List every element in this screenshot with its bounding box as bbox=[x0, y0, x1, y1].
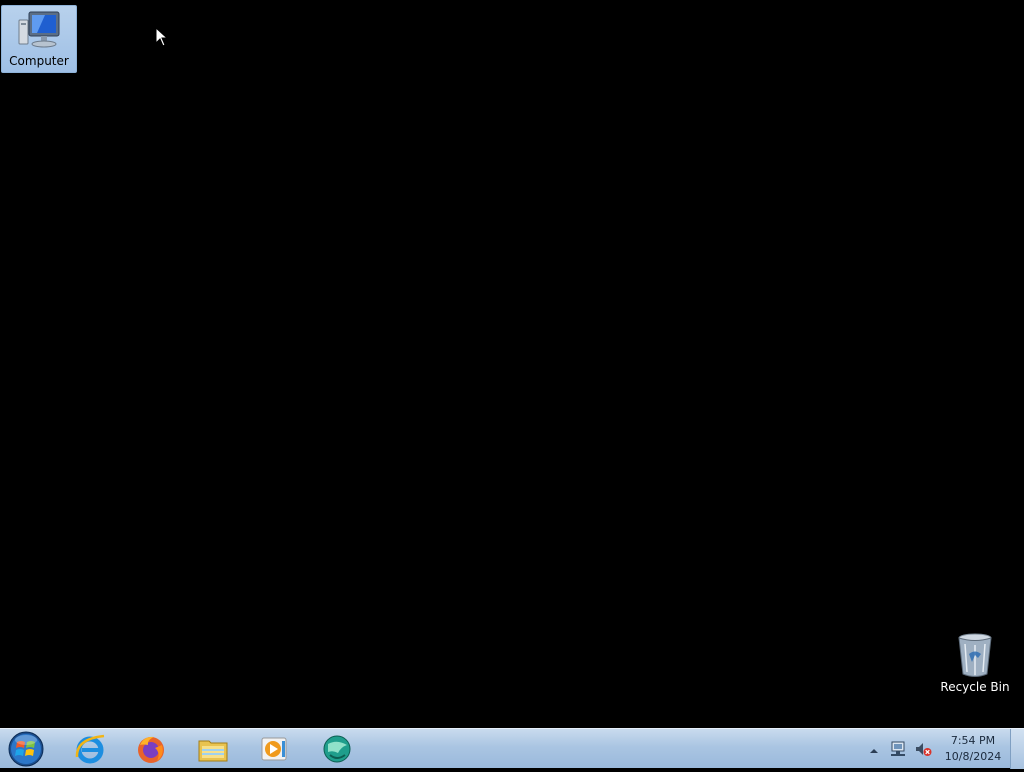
start-button[interactable] bbox=[6, 730, 46, 768]
taskbar-clock[interactable]: 7:54 PM 10/8/2024 bbox=[940, 733, 1006, 765]
desktop-icon-label: Computer bbox=[9, 54, 69, 68]
volume-muted-icon bbox=[916, 743, 932, 756]
tray-network[interactable] bbox=[889, 740, 907, 758]
taskbar-media-player[interactable] bbox=[246, 731, 302, 767]
taskbar: 7:54 PM 10/8/2024 bbox=[0, 728, 1024, 769]
show-desktop-button[interactable] bbox=[1010, 729, 1024, 769]
chevron-up-icon bbox=[870, 749, 878, 753]
app-globe-icon bbox=[323, 735, 351, 763]
internet-explorer-icon bbox=[75, 734, 105, 764]
desktop[interactable]: Computer Recycle Bin bbox=[0, 0, 1024, 728]
network-icon bbox=[891, 741, 905, 756]
media-player-icon bbox=[261, 737, 287, 761]
firefox-icon bbox=[138, 736, 164, 763]
desktop-icon-recycle-bin[interactable]: Recycle Bin bbox=[937, 630, 1013, 694]
taskbar-app-globe[interactable] bbox=[309, 731, 365, 767]
clock-date: 10/8/2024 bbox=[944, 750, 1002, 763]
tray-show-hidden-icons[interactable] bbox=[868, 742, 880, 754]
windows-start-orb-icon bbox=[8, 731, 44, 767]
computer-icon bbox=[18, 11, 60, 48]
tray-volume[interactable] bbox=[914, 740, 932, 758]
taskbar-internet-explorer[interactable] bbox=[62, 731, 118, 767]
recycle-bin-icon bbox=[958, 633, 992, 677]
desktop-icon-computer[interactable]: Computer bbox=[1, 5, 77, 73]
desktop-icon-label: Recycle Bin bbox=[940, 680, 1010, 694]
taskbar-file-explorer[interactable] bbox=[185, 731, 241, 767]
taskbar-firefox[interactable] bbox=[123, 731, 179, 767]
clock-time: 7:54 PM bbox=[950, 734, 996, 747]
mouse-cursor-icon bbox=[155, 27, 169, 47]
file-explorer-icon bbox=[198, 740, 228, 762]
